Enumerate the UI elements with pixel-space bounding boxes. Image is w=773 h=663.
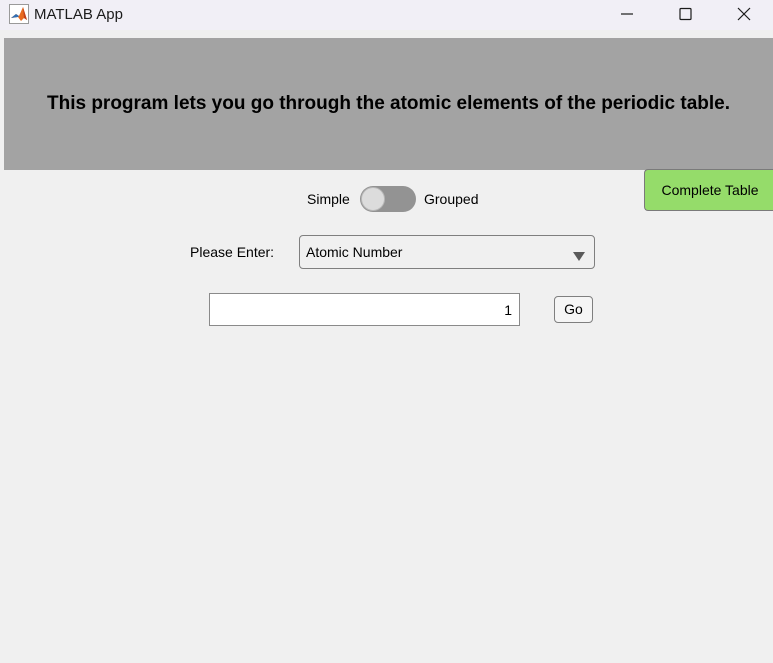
minimize-icon xyxy=(621,13,633,15)
minimize-button[interactable] xyxy=(598,0,656,30)
complete-table-button[interactable]: Complete Table xyxy=(644,169,773,211)
please-enter-label: Please Enter: xyxy=(190,244,275,260)
toggle-knob[interactable] xyxy=(361,187,385,211)
window-title: MATLAB App xyxy=(34,6,123,23)
window-title-bar[interactable]: MATLAB App xyxy=(0,0,773,30)
dropdown-arrow-icon xyxy=(573,248,585,266)
banner-text: This program lets you go through the ato… xyxy=(46,93,731,114)
dropdown-selected-value: Atomic Number xyxy=(306,244,403,260)
matlab-logo-icon xyxy=(9,4,29,24)
maximize-icon xyxy=(679,7,692,21)
close-icon xyxy=(737,7,751,21)
switch-label-simple: Simple xyxy=(307,191,350,207)
maximize-button[interactable] xyxy=(656,0,714,30)
value-input[interactable] xyxy=(209,293,520,326)
input-type-dropdown[interactable]: Atomic Number xyxy=(299,235,595,269)
header-banner: This program lets you go through the ato… xyxy=(4,38,773,170)
close-button[interactable] xyxy=(715,0,773,30)
go-button[interactable]: Go xyxy=(554,296,593,323)
mode-toggle-switch[interactable] xyxy=(360,186,416,212)
switch-label-grouped: Grouped xyxy=(424,191,479,207)
